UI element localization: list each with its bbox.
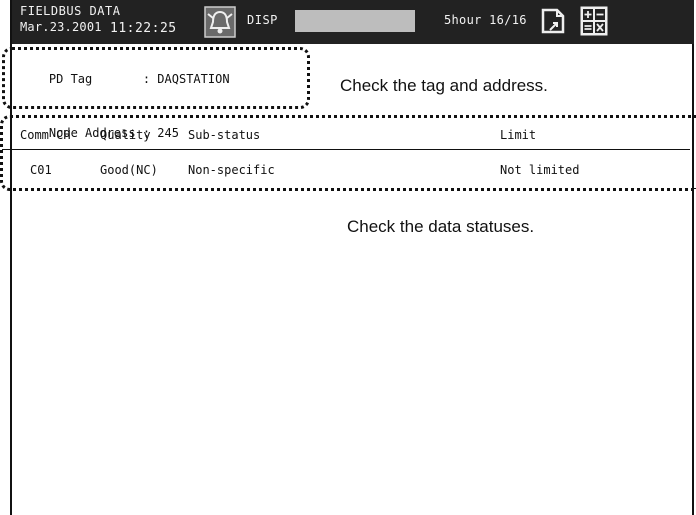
date-text: Mar.23.2001 [20, 20, 102, 34]
status-bar: FIELDBUS DATA Mar.23.2001 11:22:25 DISP … [12, 0, 694, 44]
tag-highlight-frame [2, 47, 310, 109]
status-highlight-frame [0, 115, 696, 191]
time-text: 11:22:25 [110, 21, 177, 36]
memory-bar-fill [295, 10, 415, 32]
screen-title: FIELDBUS DATA [20, 4, 121, 18]
disp-label: DISP [247, 13, 278, 27]
status-note: Check the data statuses. [347, 217, 535, 236]
calculation-icon[interactable] [579, 5, 609, 37]
memory-status: 5hour 16/16 [444, 13, 527, 27]
tag-note: Check the tag and address. [340, 76, 548, 95]
alarm-icon[interactable] [204, 6, 236, 38]
save-icon[interactable] [538, 6, 568, 36]
memory-bar [295, 10, 415, 32]
